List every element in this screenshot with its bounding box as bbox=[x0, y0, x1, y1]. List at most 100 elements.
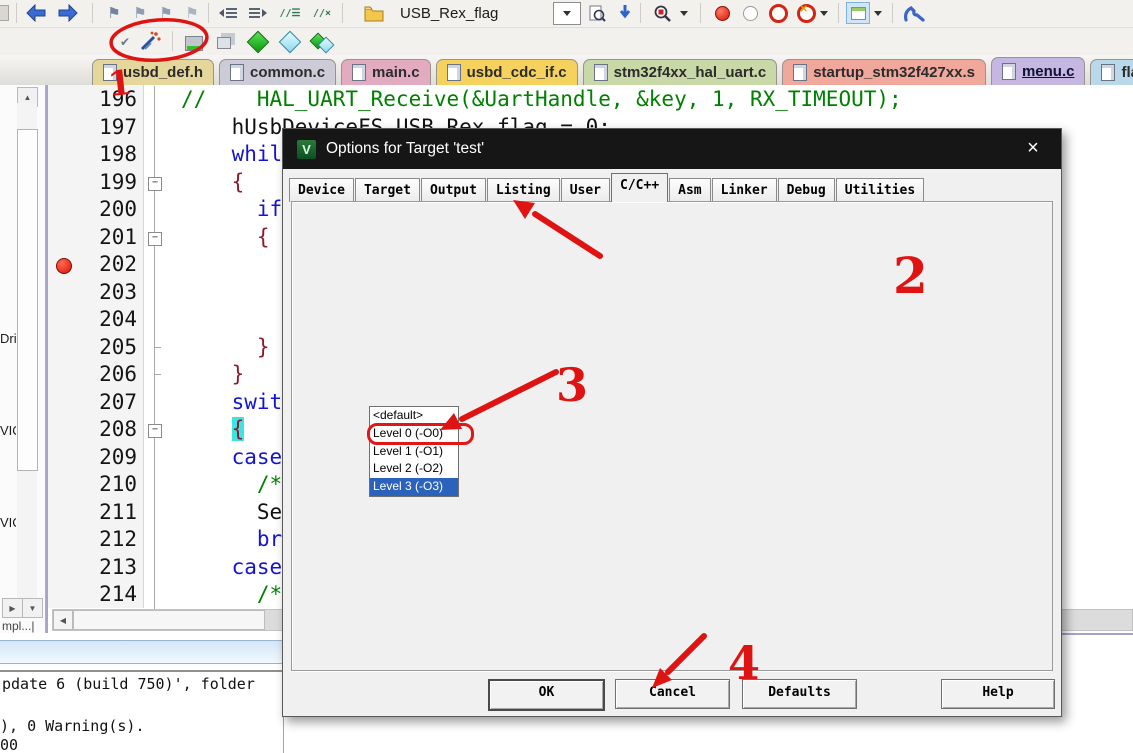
fold-collapse-icon[interactable]: − bbox=[148, 424, 162, 438]
translate-file-icon[interactable] bbox=[246, 30, 270, 54]
clear-bookmarks-icon[interactable]: ⚑ bbox=[180, 2, 204, 24]
file-tab-label: stm32f4xx_hal_uart.c bbox=[613, 64, 767, 81]
file-tab[interactable]: usbd_def.h bbox=[92, 59, 215, 85]
file-tab[interactable]: usbd_cdc_if.c bbox=[435, 59, 578, 85]
main-toolbar: ⚑ ⚑ ⚑ ⚑ //☰ //× USB_Rex_flag bbox=[0, 0, 1133, 28]
options-for-target-wand-icon[interactable] bbox=[138, 30, 162, 52]
check-syntax-icon[interactable]: ✔ bbox=[113, 31, 137, 53]
optimization-option[interactable]: Level 0 (-O0) bbox=[367, 422, 474, 445]
optimization-dropdown-list[interactable]: <default> Level 0 (-O0) Level 1 (-O1) Level… bbox=[367, 406, 474, 497]
enable-breakpoint-icon[interactable] bbox=[738, 2, 762, 24]
fold-margin bbox=[143, 361, 181, 389]
line-number: 196 bbox=[99, 87, 137, 111]
optimization-option[interactable]: <default> bbox=[370, 407, 458, 425]
defaults-button[interactable]: Defaults bbox=[742, 679, 857, 709]
help-button[interactable]: Help bbox=[941, 679, 1055, 709]
keil-uvision-icon: V bbox=[297, 139, 316, 159]
optimization-option[interactable]: Level 2 (-O2) bbox=[370, 460, 458, 478]
code-text: switc bbox=[231, 389, 295, 414]
toolbar-separator bbox=[92, 3, 93, 23]
fold-margin bbox=[143, 141, 181, 169]
file-tab-label: menu.c bbox=[1021, 63, 1075, 80]
scroll-left-icon[interactable]: ◀ bbox=[53, 610, 73, 630]
dialog-tab-asm[interactable]: Asm bbox=[669, 178, 711, 202]
file-tab[interactable]: startup_stm32f427xx.s bbox=[782, 59, 986, 85]
file-tab[interactable]: main.c bbox=[341, 59, 431, 85]
code-text: Se bbox=[181, 499, 283, 524]
find-icon[interactable] bbox=[650, 2, 674, 24]
dialog-tab-c-c-[interactable]: C/C++ bbox=[611, 173, 669, 202]
scroll-down-icon[interactable]: ▼ bbox=[22, 598, 43, 618]
dialog-tab-user[interactable]: User bbox=[560, 178, 611, 202]
project-scrollbar-thumb[interactable] bbox=[17, 129, 38, 471]
toolbar-separator bbox=[16, 3, 17, 23]
optimization-option[interactable]: Level 1 (-O1) bbox=[370, 443, 458, 461]
fold-collapse-icon[interactable]: − bbox=[148, 176, 162, 191]
dialog-tab-linker[interactable]: Linker bbox=[711, 178, 777, 202]
fold-collapse-icon[interactable]: − bbox=[148, 231, 162, 246]
build-output-line: ), 0 Warning(s). bbox=[0, 717, 145, 735]
insert-breakpoint-icon[interactable] bbox=[710, 2, 734, 24]
breakpoints-dropdown-icon[interactable] bbox=[818, 2, 830, 24]
dialog-tab-utilities[interactable]: Utilities bbox=[835, 178, 925, 202]
file-tab-label: usbd_cdc_if.c bbox=[466, 64, 567, 81]
next-bookmark-icon[interactable]: ⚑ bbox=[154, 2, 178, 24]
build-output-line: pdate 6 (build 750)', folder bbox=[2, 675, 255, 693]
load-application-icon[interactable] bbox=[182, 32, 206, 54]
comment-selection-icon[interactable]: //☰ bbox=[278, 2, 302, 24]
dialog-tab-debug[interactable]: Debug bbox=[777, 178, 835, 202]
file-tab-label: common.c bbox=[250, 64, 326, 81]
find-dropdown-icon[interactable] bbox=[678, 2, 690, 24]
navigate-forward-icon[interactable] bbox=[56, 2, 80, 24]
optimization-option[interactable]: Level 3 (-O3) bbox=[370, 478, 458, 496]
windows-dropdown-icon[interactable] bbox=[872, 2, 884, 24]
toggle-bookmark-icon[interactable]: ⚑ bbox=[102, 2, 126, 24]
search-term-label[interactable]: USB_Rex_flag bbox=[400, 5, 498, 22]
code-text: if bbox=[256, 197, 283, 221]
unindent-icon[interactable] bbox=[216, 2, 240, 24]
find-in-files-folder-icon[interactable] bbox=[362, 2, 386, 24]
disable-all-breakpoints-icon[interactable] bbox=[766, 2, 790, 24]
dialog-close-icon[interactable]: × bbox=[1021, 137, 1045, 159]
toolbar-separator bbox=[342, 3, 343, 23]
code-text: } bbox=[256, 334, 270, 359]
scroll-right-icon[interactable]: ▶ bbox=[2, 598, 23, 618]
code-text: { bbox=[256, 224, 270, 249]
prev-bookmark-icon[interactable]: ⚑ bbox=[128, 2, 152, 24]
cancel-button[interactable]: Cancel bbox=[615, 679, 730, 709]
file-tab[interactable]: common.c bbox=[219, 59, 337, 85]
dialog-tab-listing[interactable]: Listing bbox=[486, 178, 560, 202]
fold-margin: − bbox=[143, 416, 181, 444]
dialog-title-bar[interactable]: V Options for Target 'test' × bbox=[283, 129, 1061, 169]
copy-windows-icon[interactable] bbox=[212, 32, 236, 54]
file-tab[interactable]: menu.c bbox=[990, 57, 1086, 85]
incremental-find-icon[interactable] bbox=[613, 2, 637, 24]
find-in-files-icon[interactable] bbox=[585, 2, 609, 24]
windows-layout-icon[interactable] bbox=[846, 2, 870, 24]
navigate-back-icon[interactable] bbox=[24, 2, 48, 24]
breakpoint-dot[interactable] bbox=[56, 258, 72, 274]
uncomment-selection-icon[interactable]: //× bbox=[310, 2, 334, 24]
file-tab[interactable]: stm32f4xx_hal_uart.c bbox=[582, 59, 778, 85]
build-target-icon[interactable] bbox=[278, 30, 302, 54]
document-icon bbox=[352, 64, 367, 81]
file-tab-label: main.c bbox=[372, 64, 420, 81]
toolbar-separator bbox=[700, 3, 701, 23]
configure-tools-wrench-icon[interactable] bbox=[902, 2, 926, 24]
document-icon bbox=[103, 64, 117, 81]
toolbar-separator bbox=[208, 3, 209, 23]
ok-button[interactable]: OK bbox=[488, 679, 605, 711]
kill-all-breakpoints-icon[interactable] bbox=[794, 2, 818, 24]
code-text: { bbox=[231, 169, 245, 194]
dialog-tab-output[interactable]: Output bbox=[420, 178, 486, 202]
indent-icon[interactable] bbox=[246, 2, 270, 24]
document-icon bbox=[230, 64, 245, 81]
dialog-tab-device[interactable]: Device bbox=[289, 178, 354, 202]
panel-tab-fragment[interactable]: mpl...| bbox=[2, 619, 34, 633]
search-combo-dropdown[interactable] bbox=[553, 2, 581, 25]
rebuild-all-icon[interactable] bbox=[309, 31, 335, 54]
dialog-tab-target[interactable]: Target bbox=[354, 178, 420, 202]
editor-hscroll-thumb[interactable] bbox=[73, 610, 265, 630]
file-tab[interactable]: flash_if.c bbox=[1090, 59, 1133, 85]
fold-margin bbox=[143, 251, 181, 279]
